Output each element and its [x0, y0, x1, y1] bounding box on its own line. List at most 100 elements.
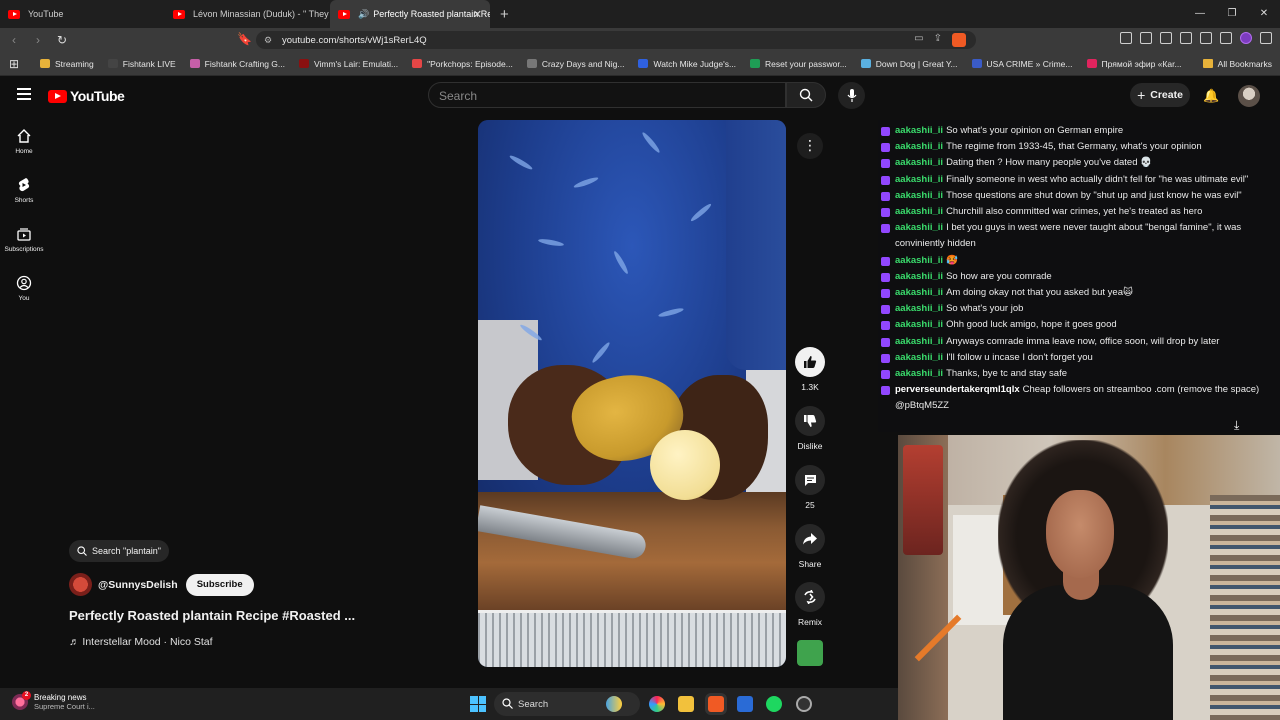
account-avatar[interactable] [1238, 85, 1260, 107]
bookmark-favicon-icon [750, 59, 761, 68]
twitch-badge-icon [881, 353, 890, 363]
youtube-logo[interactable]: YouTube [48, 88, 125, 104]
vpn-icon[interactable] [1220, 32, 1232, 44]
bookmark-item[interactable]: Watch Mike Judge's... [638, 59, 736, 69]
reload-icon[interactable]: ↻ [52, 33, 72, 47]
music-row[interactable]: ♬ Interstellar Mood · Nico Staf [69, 636, 213, 648]
chat-username[interactable]: aakashii_ii [895, 157, 943, 168]
brave-shield-icon[interactable] [952, 33, 966, 47]
forward-icon[interactable]: › [28, 33, 48, 47]
notepad-icon[interactable] [737, 696, 753, 712]
url-bar[interactable]: ⚙ youtube.com/shorts/vWj1sRerL4Q ▭ ⇪ [256, 31, 976, 49]
notifications-bell-icon[interactable]: 🔔 [1203, 88, 1219, 104]
music-icon[interactable] [1160, 32, 1172, 44]
browser-tab-active[interactable]: 🔊 Perfectly Roasted plantain Re ✕ [330, 0, 490, 28]
bookmark-item[interactable]: Fishtank LIVE [107, 59, 176, 69]
dislike-button[interactable]: Dislike [794, 406, 826, 451]
share-page-icon[interactable]: ⇪ [934, 33, 942, 47]
share-button[interactable]: Share [794, 524, 826, 569]
remix-icon [804, 590, 816, 604]
chat-username[interactable]: aakashii_ii [895, 255, 943, 266]
like-button[interactable]: 1.3K [794, 347, 826, 392]
apps-grid-icon[interactable]: ⊞ [4, 57, 24, 71]
chat-username[interactable]: aakashii_ii [895, 125, 943, 136]
new-tab-icon[interactable]: + [500, 6, 509, 23]
search-suggestion-chip[interactable]: Search "plantain" [69, 540, 169, 562]
news-widget[interactable]: 2 Breaking news Supreme Court i... [12, 691, 95, 711]
chat-username[interactable]: aakashii_ii [895, 206, 943, 217]
back-icon[interactable]: ‹ [4, 33, 24, 47]
menu-icon[interactable] [1260, 32, 1272, 44]
sidebar-icon[interactable] [1180, 32, 1192, 44]
search-icon [799, 88, 813, 102]
chat-username[interactable]: aakashii_ii [895, 271, 943, 282]
bookmark-item[interactable]: Прямой эфир «Кar... [1086, 59, 1182, 69]
all-bookmarks[interactable]: All Bookmarks [1202, 58, 1272, 69]
windows-start-icon[interactable] [470, 696, 486, 712]
bookmark-item[interactable]: Streaming [40, 59, 94, 69]
hamburger-menu-icon[interactable] [17, 88, 31, 100]
bookmark-item[interactable]: Vimm's Lair: Emulati... [298, 59, 398, 69]
nav-item-subscriptions[interactable]: Subscriptions [0, 226, 48, 253]
nav-item-shorts[interactable]: Shorts [0, 177, 48, 204]
extensions-icon[interactable] [1120, 32, 1132, 44]
video-title[interactable]: Perfectly Roasted plantain Recipe #Roast… [69, 608, 355, 623]
spotify-icon[interactable] [766, 696, 782, 712]
chat-username[interactable]: aakashii_ii [895, 303, 943, 314]
chat-username[interactable]: perverseundertakerqml1qlx [895, 384, 1020, 395]
browser-tab[interactable]: YouTube [0, 0, 165, 28]
chat-username[interactable]: aakashii_ii [895, 352, 943, 363]
bookmark-item[interactable]: Fishtank Crafting G... [189, 59, 285, 69]
remix-button[interactable]: Remix [794, 582, 826, 627]
search-button[interactable] [786, 82, 826, 108]
bookmark-item[interactable]: "Porkchops: Episode... [412, 59, 513, 69]
wallet-icon[interactable] [1200, 32, 1212, 44]
shorts-icon [18, 178, 30, 192]
chat-username[interactable]: aakashii_ii [895, 174, 943, 185]
voice-search-button[interactable] [838, 82, 865, 109]
close-tab-icon[interactable]: ✕ [473, 8, 482, 21]
chat-username[interactable]: aakashii_ii [895, 319, 943, 330]
bookmark-item[interactable]: Down Dog | Great Y... [860, 59, 958, 69]
bookmark-item[interactable]: Reset your passwor... [750, 59, 847, 69]
bookmark-item[interactable]: USA CRIME » Crime... [971, 59, 1073, 69]
browser-tab[interactable]: Lévon Minassian (Duduk) - " They Ha [165, 0, 330, 28]
nav-item-home[interactable]: Home [0, 128, 48, 155]
all-bookmarks-label: All Bookmarks [1217, 58, 1272, 69]
widget-icon[interactable] [606, 696, 622, 712]
bookmark-favicon-icon [860, 59, 871, 68]
chat-username[interactable]: aakashii_ii [895, 336, 943, 347]
short-video-player[interactable] [478, 120, 786, 667]
chat-username[interactable]: aakashii_ii [895, 368, 943, 379]
minimize-icon[interactable]: — [1184, 0, 1216, 28]
subscribe-button[interactable]: Subscribe [185, 573, 254, 596]
search-input[interactable]: Search [428, 82, 786, 108]
webcam-feed [898, 435, 1280, 720]
chat-username[interactable]: aakashii_ii [895, 287, 943, 298]
channel-name[interactable]: @SunnysDelish [98, 579, 178, 591]
restore-icon[interactable]: ❐ [1216, 0, 1248, 28]
cast-icon[interactable]: ▭ [914, 33, 923, 47]
chat-username[interactable]: aakashii_ii [895, 190, 943, 201]
sound-thumbnail[interactable] [797, 640, 823, 666]
screenshot-icon[interactable] [1140, 32, 1152, 44]
bookmark-label: Watch Mike Judge's... [653, 58, 737, 69]
scroll-down-icon[interactable]: ⤓ [1234, 418, 1239, 433]
obs-icon[interactable] [796, 696, 812, 712]
leo-ai-icon[interactable] [1240, 32, 1252, 44]
chat-username[interactable]: aakashii_ii [895, 141, 943, 152]
file-explorer-icon[interactable] [678, 696, 694, 712]
create-button[interactable]: + Create [1130, 83, 1190, 107]
more-options-icon[interactable]: ⋮ [797, 133, 823, 159]
nav-item-you[interactable]: You [0, 275, 48, 302]
comments-button[interactable]: 25 [794, 465, 826, 510]
bookmark-icon[interactable]: 🔖 [237, 32, 252, 46]
chat-username[interactable]: aakashii_ii [895, 222, 943, 233]
copilot-icon[interactable] [649, 696, 665, 712]
channel-avatar[interactable] [69, 573, 92, 596]
brave-browser-icon[interactable] [708, 696, 724, 712]
speaker-icon[interactable]: 🔊 [358, 9, 369, 20]
close-window-icon[interactable]: ✕ [1248, 0, 1280, 28]
site-info-icon[interactable]: ⚙ [264, 35, 272, 46]
bookmark-item[interactable]: Crazy Days and Nig... [526, 59, 624, 69]
